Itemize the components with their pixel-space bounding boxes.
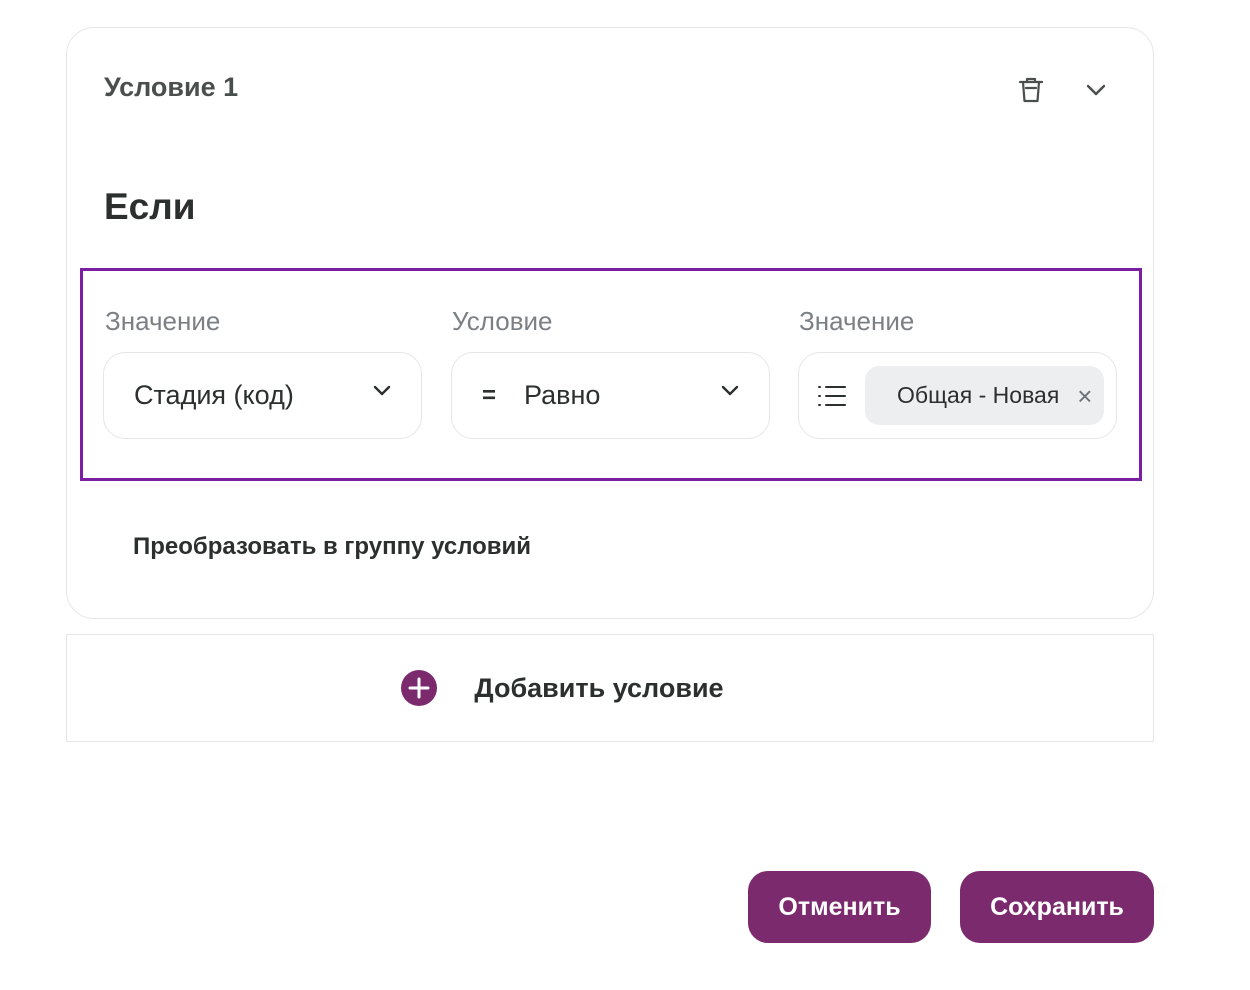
field-label-value-2: Значение (799, 306, 915, 336)
value-multiselect[interactable]: Общая - Новая × (798, 352, 1117, 439)
field-select-value: Стадия (код) (134, 380, 294, 410)
equals-icon: = (482, 381, 497, 409)
trash-icon (1018, 77, 1044, 103)
operator-select-value: Равно (524, 380, 601, 410)
operator-select[interactable]: = Равно (451, 352, 770, 439)
field-label-value: Значение (105, 306, 221, 336)
list-icon (818, 385, 846, 406)
condition-card: Условие 1 Если Значение Условие Значение… (66, 27, 1154, 619)
value-tag-label: Общая - Новая (897, 382, 1060, 408)
delete-condition-button[interactable] (1011, 70, 1051, 110)
cancel-button[interactable]: Отменить (748, 871, 931, 943)
field-label-condition: Условие (452, 306, 553, 336)
field-select[interactable]: Стадия (код) (103, 352, 422, 439)
if-label: Если (104, 186, 196, 227)
chevron-down-icon (721, 385, 739, 396)
save-button[interactable]: Сохранить (960, 871, 1154, 943)
add-condition-button[interactable]: Добавить условие (66, 634, 1154, 742)
condition-row: Значение Условие Значение Стадия (код) =… (80, 268, 1142, 481)
convert-to-group-link[interactable]: Преобразовать в группу условий (133, 533, 531, 561)
condition-title: Условие 1 (104, 72, 239, 102)
add-condition-label: Добавить условие (474, 672, 724, 703)
close-icon[interactable]: × (1077, 383, 1092, 409)
value-tag: Общая - Новая × (865, 366, 1105, 425)
plus-circle-icon (400, 669, 438, 707)
collapse-condition-button[interactable] (1076, 70, 1116, 110)
chevron-down-icon (373, 385, 391, 396)
chevron-down-icon (1086, 84, 1106, 96)
